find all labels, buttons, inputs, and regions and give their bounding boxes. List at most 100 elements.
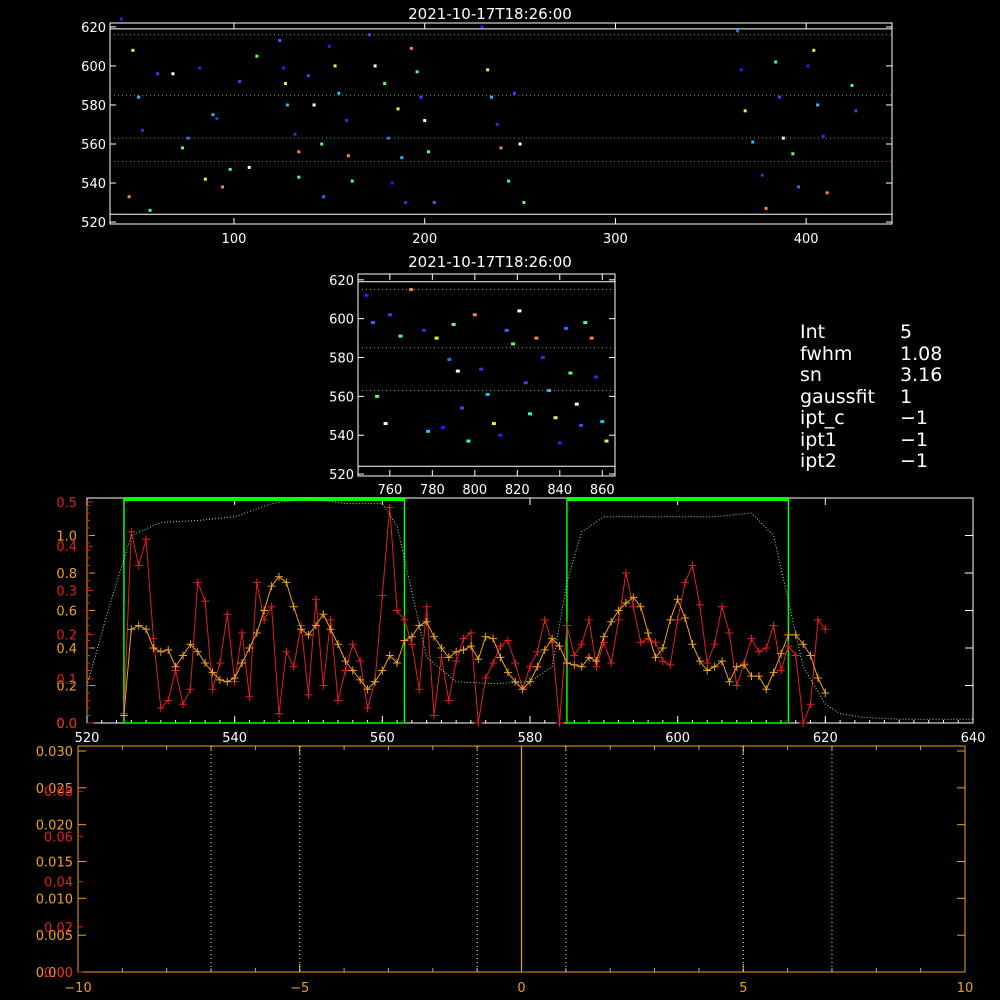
series-point bbox=[607, 617, 616, 626]
y-tick-label-orange: 0.6 bbox=[56, 605, 77, 620]
series-point bbox=[223, 677, 232, 686]
scatter-point bbox=[211, 113, 215, 117]
series-point bbox=[466, 642, 475, 651]
scatter-point bbox=[322, 195, 326, 199]
scatter-point bbox=[282, 66, 286, 70]
y-tick-label: 600 bbox=[329, 313, 354, 328]
series-point bbox=[740, 660, 749, 669]
series-point bbox=[658, 657, 667, 666]
x-tick-label: −10 bbox=[64, 981, 91, 996]
series-point bbox=[134, 561, 143, 570]
series-point bbox=[186, 685, 195, 694]
x-tick-label: −5 bbox=[290, 981, 309, 996]
y-tick-label-red: 0.04 bbox=[44, 876, 73, 891]
scatter-point bbox=[512, 91, 516, 95]
series-point bbox=[614, 615, 623, 624]
scatter-point bbox=[297, 175, 301, 179]
series-point bbox=[511, 659, 520, 667]
scatter-point bbox=[221, 185, 225, 189]
series-line bbox=[123, 507, 826, 724]
x-tick-label: 600 bbox=[665, 731, 690, 746]
scatter-point bbox=[604, 439, 609, 443]
scatter-point bbox=[345, 119, 349, 123]
info-row-gaussfit: gaussfit 1 bbox=[800, 385, 942, 409]
scatter-point bbox=[320, 142, 324, 146]
scatter-point bbox=[203, 177, 207, 181]
scatter-point bbox=[507, 179, 511, 183]
scatter-point bbox=[854, 109, 858, 113]
series-point bbox=[717, 602, 726, 611]
scatter-point bbox=[485, 392, 490, 396]
series-point bbox=[149, 644, 158, 652]
scatter-point bbox=[228, 167, 232, 171]
scatter-point bbox=[186, 136, 190, 140]
scatter-point bbox=[180, 146, 184, 150]
green-box bbox=[566, 497, 790, 724]
scatter-point bbox=[137, 95, 141, 99]
y-tick-label-orange: 0.8 bbox=[56, 567, 77, 582]
info-key: gaussfit bbox=[800, 385, 875, 408]
series-point bbox=[422, 602, 431, 611]
series-point bbox=[319, 681, 328, 690]
x-tick-label: 200 bbox=[412, 232, 437, 247]
series-point bbox=[422, 617, 431, 626]
series-point bbox=[378, 666, 387, 675]
series-point bbox=[784, 630, 793, 639]
x-tick-label: 0 bbox=[517, 981, 525, 996]
scatter-point bbox=[285, 103, 289, 107]
series-point bbox=[489, 659, 498, 667]
series-point bbox=[274, 709, 283, 718]
series-point bbox=[119, 711, 128, 720]
series-point bbox=[799, 719, 808, 727]
scatter-point bbox=[333, 64, 337, 68]
series-point bbox=[208, 685, 217, 694]
y-tick-label: 560 bbox=[81, 138, 106, 153]
scatter-point bbox=[518, 142, 522, 146]
scatter-point bbox=[238, 80, 242, 84]
series-point bbox=[378, 591, 387, 600]
series-point bbox=[688, 561, 697, 570]
series-point bbox=[754, 672, 763, 681]
x-tick-label: 780 bbox=[420, 483, 445, 498]
series-point bbox=[540, 645, 549, 654]
scatter-point bbox=[427, 150, 431, 154]
series-point bbox=[769, 621, 778, 630]
series-point bbox=[437, 653, 446, 662]
series-point bbox=[585, 615, 594, 624]
y-tick-label-red: 0.02 bbox=[44, 921, 73, 936]
series-point bbox=[481, 632, 490, 641]
scatter-point bbox=[574, 402, 579, 406]
scatter-point bbox=[409, 288, 414, 292]
top-scatter-panel: 2021-10-17T18:26:00 100 200 300 400 520 540 56… bbox=[81, 5, 893, 247]
x-tick-label: 540 bbox=[222, 731, 247, 746]
info-key: sn bbox=[800, 364, 822, 386]
info-row-sn: sn 3.16 bbox=[800, 364, 942, 387]
scatter-point bbox=[421, 328, 426, 332]
scatter-point bbox=[739, 68, 743, 72]
y-tick-label-red: 0.0 bbox=[56, 717, 77, 732]
series-point bbox=[326, 625, 335, 634]
scatter-point bbox=[131, 48, 135, 52]
scatter-point bbox=[600, 420, 605, 424]
series-point bbox=[201, 597, 210, 606]
series-point bbox=[474, 719, 483, 727]
series-point bbox=[599, 632, 608, 641]
scatter-point bbox=[495, 122, 499, 126]
series-point bbox=[459, 634, 468, 643]
series-point bbox=[171, 662, 180, 671]
x-tick-label: 10 bbox=[957, 981, 974, 996]
series-point bbox=[681, 614, 690, 622]
series-point bbox=[725, 629, 734, 637]
info-row-ipt1: ipt1 −1 bbox=[800, 429, 942, 452]
scatter-point bbox=[553, 416, 558, 420]
scatter-point bbox=[499, 146, 503, 150]
scatter-point bbox=[127, 195, 131, 199]
series-point bbox=[710, 662, 719, 671]
x-tick-label: 840 bbox=[547, 483, 572, 498]
series-point bbox=[695, 600, 704, 609]
y-tick-label: 620 bbox=[329, 274, 354, 289]
top-panel-frame bbox=[109, 22, 893, 225]
scatter-point bbox=[455, 369, 460, 373]
series-point bbox=[666, 660, 675, 669]
scatter-point bbox=[760, 173, 764, 177]
